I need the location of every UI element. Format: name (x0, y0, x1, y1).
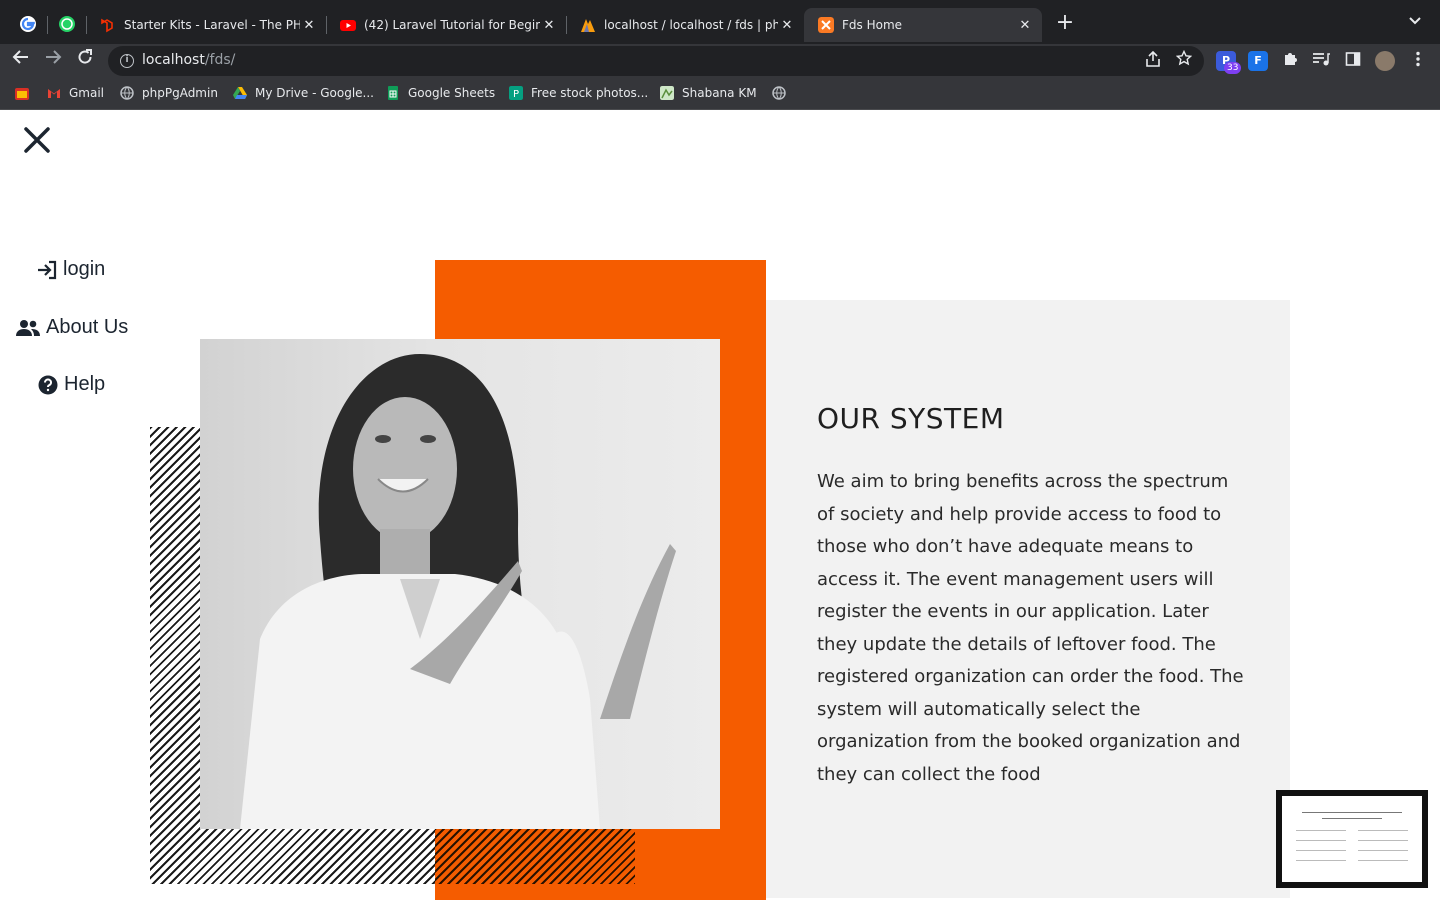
share-icon[interactable] (1146, 50, 1160, 71)
laravel-icon (101, 18, 113, 33)
sidebar-item-label: About Us (46, 316, 129, 338)
close-menu-button[interactable] (22, 125, 52, 155)
back-button[interactable] (8, 48, 34, 74)
whatsapp-pinned-tab[interactable] (51, 8, 83, 40)
tab-title: (42) Laravel Tutorial for Beginn (364, 18, 540, 32)
google-pinned-tab[interactable] (12, 8, 44, 40)
google-icon (20, 16, 36, 32)
close-icon (24, 127, 50, 153)
forward-button[interactable] (40, 48, 66, 74)
reload-button[interactable] (72, 48, 98, 74)
side-panel-icon[interactable] (1343, 51, 1363, 71)
browser-toolbar: i localhost/fds/ P 33 F (0, 44, 1440, 78)
arrow-right-icon (46, 50, 62, 64)
media-control-icon[interactable] (1311, 51, 1331, 71)
globe-icon (772, 86, 786, 100)
bookmark-apps[interactable] (14, 86, 30, 102)
browser-tab-bar: Starter Kits - Laravel - The PHP ✕ (42) … (0, 0, 1440, 44)
bookmark-shabana-km[interactable]: Shabana KM (660, 86, 757, 100)
close-tab-icon[interactable]: ✕ (778, 18, 796, 33)
tab-laravel-tutorial[interactable]: (42) Laravel Tutorial for Beginn ✕ (326, 8, 566, 42)
profile-avatar[interactable] (1375, 51, 1395, 71)
whatsapp-icon (59, 16, 75, 32)
sidebar-item-label: Help (64, 373, 106, 395)
sidebar-item-about-us[interactable]: About Us (16, 316, 128, 339)
section-title: OUR SYSTEM (817, 402, 1005, 435)
sign-in-icon (38, 260, 57, 279)
map-icon (660, 86, 674, 100)
svg-text:P: P (513, 89, 519, 100)
reload-icon (78, 49, 92, 64)
site-info-icon[interactable]: i (120, 54, 134, 68)
xampp-icon (818, 17, 834, 33)
apps-grid-icon (15, 88, 29, 100)
preview-content (1282, 796, 1422, 882)
bookmark-phppgadmin[interactable]: phpPgAdmin (120, 86, 218, 100)
tab-title: Starter Kits - Laravel - The PHP (124, 18, 300, 32)
hero-photo (200, 339, 720, 829)
sidebar-item-label: login (63, 258, 106, 280)
tab-phpmyadmin[interactable]: localhost / localhost / fds | php ✕ (566, 8, 804, 42)
globe-icon (120, 86, 134, 100)
about-panel: OUR SYSTEM We aim to bring benefits acro… (766, 300, 1290, 898)
close-tab-icon[interactable]: ✕ (1016, 18, 1034, 33)
page-content: login About Us Help OUR SYSTEM We aim to… (0, 111, 1440, 900)
youtube-icon (340, 20, 356, 31)
gmail-icon (48, 89, 60, 98)
bookmark-google-drive[interactable]: My Drive - Google... (233, 86, 374, 100)
close-tab-icon[interactable]: ✕ (540, 18, 558, 33)
address-bar[interactable]: i localhost/fds/ (108, 46, 1204, 76)
pexels-icon: P (509, 86, 523, 100)
extension-f-icon[interactable]: F (1248, 51, 1268, 71)
screen-share-preview[interactable] (1276, 790, 1428, 888)
bookmark-free-stock-photos[interactable]: P Free stock photos... (509, 86, 648, 100)
bookmark-other[interactable] (772, 86, 786, 100)
woman-pointing-image (240, 354, 676, 829)
bookmark-google-sheets[interactable]: Google Sheets (386, 86, 495, 100)
extension-badge: 33 (1224, 62, 1242, 74)
phpmyadmin-icon (581, 19, 595, 32)
bookmark-star-icon[interactable] (1175, 49, 1193, 70)
hatch-pattern-accent (435, 828, 635, 884)
bookmarks-bar: Gmail phpPgAdmin My Drive - Google... Go… (0, 78, 1440, 110)
tab-search-chevron-icon[interactable] (1408, 14, 1422, 30)
sidebar-item-login[interactable]: login (37, 258, 105, 281)
sidebar-item-help[interactable]: Help (38, 373, 105, 396)
google-sheets-icon (388, 86, 398, 100)
tab-title: localhost / localhost / fds | php (604, 18, 778, 32)
tab-starter-kits[interactable]: Starter Kits - Laravel - The PHP ✕ (86, 8, 326, 42)
arrow-left-icon (12, 50, 28, 64)
tab-title: Fds Home (842, 18, 903, 32)
new-tab-button[interactable]: + (1053, 12, 1077, 36)
chrome-menu-icon[interactable] (1408, 51, 1428, 71)
url-text: localhost/fds/ (142, 52, 236, 68)
section-body: We aim to bring benefits across the spec… (817, 471, 1244, 785)
tab-fds-home[interactable]: Fds Home ✕ (804, 8, 1042, 42)
extensions-puzzle-icon[interactable] (1280, 51, 1300, 71)
close-tab-icon[interactable]: ✕ (300, 18, 318, 33)
users-icon (16, 319, 40, 336)
google-drive-icon (233, 87, 247, 99)
bookmark-gmail[interactable]: Gmail (47, 86, 104, 100)
question-circle-icon (38, 375, 58, 394)
